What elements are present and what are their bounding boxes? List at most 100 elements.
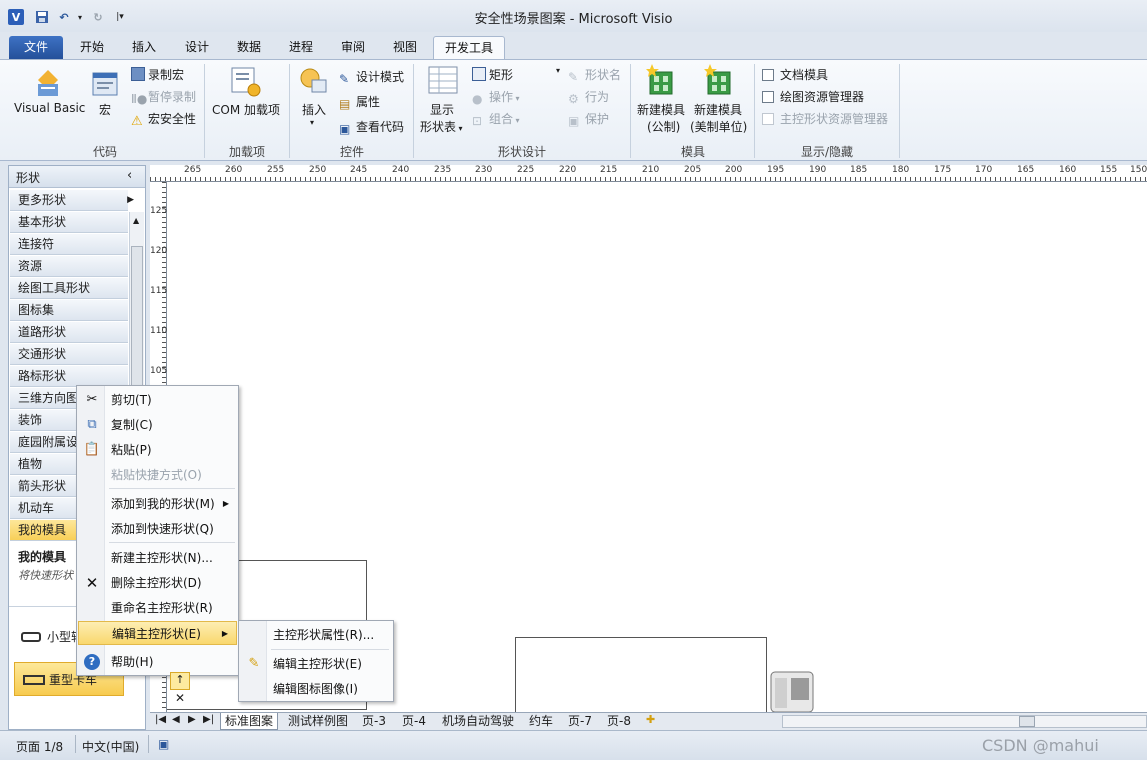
pan-up-icon[interactable]: ↑ (170, 672, 190, 690)
master-small-car[interactable]: 小型轿 (21, 628, 83, 645)
menu-item-edit-master[interactable]: 编辑主控形状(E) ▶ (78, 621, 237, 645)
prev-page-icon[interactable]: ◀ (172, 714, 180, 725)
stencil-road-signs[interactable]: 路标形状 (10, 366, 128, 387)
next-page-icon[interactable]: ▶ (188, 714, 196, 725)
shape-rectangle[interactable] (515, 637, 767, 712)
close-pan-icon[interactable]: ✕ (170, 691, 190, 709)
tab-design[interactable]: 设计 (175, 36, 219, 59)
page-tab[interactable]: 页-4 (398, 713, 430, 730)
scroll-up-icon[interactable]: ▲ (133, 216, 139, 225)
ruler-tick: 215 (600, 165, 618, 175)
stencil-traffic-shapes[interactable]: 交通形状 (10, 344, 128, 365)
page-tab[interactable]: 标准图案 (220, 713, 279, 730)
tab-data[interactable]: 数据 (227, 36, 271, 59)
tab-file[interactable]: 文件 (9, 36, 63, 59)
tab-developer[interactable]: 开发工具 (433, 36, 505, 59)
submenu-item-edit-master[interactable]: ✎ 编辑主控形状(E) (240, 652, 392, 676)
menu-item-paste-shortcut[interactable]: 粘贴快捷方式(O) (78, 463, 237, 487)
page-tab[interactable]: 测试样例图 (284, 713, 352, 730)
new-stencil-metric-button[interactable]: 新建模具 (637, 101, 685, 118)
scroll-thumb[interactable] (131, 246, 143, 386)
view-code-button[interactable]: ▣ 查看代码 (339, 118, 404, 136)
document-stencil-checkbox[interactable]: 文档模具 (762, 66, 828, 83)
design-mode-button[interactable]: ✎ 设计模式 (339, 68, 404, 86)
checkbox-icon (762, 69, 774, 81)
menu-item-paste[interactable]: 📋 粘贴(P) (78, 438, 237, 462)
macro-recording-icon[interactable]: ▣ (158, 737, 169, 751)
vehicle-shape[interactable] (769, 668, 819, 713)
menu-item-cut[interactable]: ✂ 剪切(T) (78, 388, 237, 412)
new-stencil-us-button[interactable]: 新建模具 (694, 101, 742, 118)
visual-basic-button[interactable]: Visual Basic (14, 101, 85, 115)
menu-item-copy[interactable]: ⧉ 复制(C) (78, 413, 237, 437)
record-macro-button[interactable]: 录制宏 (131, 66, 184, 83)
drawing-explorer-checkbox[interactable]: 绘图资源管理器 (762, 88, 864, 105)
macro-security-button[interactable]: ⚠ 宏安全性 (131, 110, 196, 129)
menu-item-add-to-my-shapes[interactable]: 添加到我的形状(M) ▶ (78, 492, 237, 516)
ruler-tick: 230 (475, 165, 493, 175)
shape-design-group-label: 形状设计 (497, 145, 546, 159)
pause-recording-button[interactable]: Ⅱ●暂停录制 (131, 88, 196, 106)
help-icon: ? (84, 654, 100, 670)
tab-view[interactable]: 视图 (383, 36, 427, 59)
submenu-item-master-properties[interactable]: 主控形状属性(R)... (240, 623, 392, 647)
page-tab[interactable]: 约车 (525, 713, 557, 730)
menu-separator (271, 649, 389, 650)
tab-process[interactable]: 进程 (279, 36, 323, 59)
operations-button[interactable]: ● 操作 ▾ (472, 88, 520, 106)
record-macro-icon (131, 67, 145, 81)
stencil-road-shapes[interactable]: 道路形状 (10, 322, 128, 343)
ruler-tick: 105 (150, 366, 168, 376)
new-stencil-metric-unit[interactable]: (公制) (647, 118, 680, 135)
menu-separator (109, 542, 235, 543)
ruler-tick: 155 (1100, 165, 1118, 175)
menu-item-add-to-quick-shapes[interactable]: 添加到快速形状(Q) (78, 517, 237, 541)
rectangle-button[interactable]: 矩形 (472, 66, 513, 83)
stencil-basic-shapes[interactable]: 基本形状 (10, 212, 128, 233)
group-button[interactable]: ⊡ 组合 ▾ (472, 110, 520, 128)
tab-review[interactable]: 审阅 (331, 36, 375, 59)
page-tab[interactable]: 页-7 (564, 713, 596, 730)
new-stencil-us-unit[interactable]: (美制单位) (690, 118, 747, 135)
shape-name-button[interactable]: ✎ 形状名 (568, 66, 621, 84)
insert-page-icon[interactable]: ✚ (646, 713, 655, 726)
insert-control-button[interactable]: 插入 (302, 101, 326, 118)
stencil-icon-sets[interactable]: 图标集 (10, 300, 128, 321)
paste-icon: 📋 (83, 442, 101, 457)
page-tab[interactable]: 页-3 (358, 713, 390, 730)
page-tab[interactable]: 机场自动驾驶 (438, 713, 518, 730)
language-indicator[interactable]: 中文(中国) (82, 738, 139, 755)
insert-dropdown-icon[interactable]: ▾ (310, 118, 314, 127)
tab-insert[interactable]: 插入 (122, 36, 166, 59)
com-addins-button[interactable]: COM 加载项 (212, 101, 280, 118)
last-page-icon[interactable]: ▶| (203, 714, 214, 725)
page-tab[interactable]: 页-8 (603, 713, 635, 730)
first-page-icon[interactable]: |◀ (155, 714, 166, 725)
stencil-connectors[interactable]: 连接符 (10, 234, 128, 255)
collapse-panel-icon[interactable]: ‹ (127, 168, 132, 183)
submenu-item-edit-icon-image[interactable]: 编辑图标图像(I) (240, 677, 392, 701)
behavior-button[interactable]: ⚙ 行为 (568, 88, 609, 106)
menu-item-new-master[interactable]: 新建主控形状(N)... (78, 546, 237, 570)
macros-button[interactable]: 宏 (99, 101, 111, 118)
properties-button[interactable]: ▤ 属性 (339, 93, 380, 111)
show-shapesheet-line1[interactable]: 显示 (430, 101, 454, 118)
new-stencil-metric-icon (646, 64, 678, 96)
shapesheet-icon (428, 66, 460, 98)
rectangle-dropdown-icon[interactable]: ▾ (556, 66, 560, 75)
menu-item-rename-master[interactable]: 重命名主控形状(R) (78, 596, 237, 620)
master-explorer-checkbox[interactable]: 主控形状资源管理器 (762, 110, 888, 127)
stencil-resources[interactable]: 资源 (10, 256, 128, 277)
stencil-more-shapes[interactable]: 更多形状 ▶ (10, 190, 134, 211)
menu-item-delete-master[interactable]: ✕ 删除主控形状(D) (78, 571, 237, 595)
page-indicator[interactable]: 页面 1/8 (16, 738, 63, 755)
shapes-panel-title: 形状 (16, 171, 41, 185)
shape-name-icon: ✎ (568, 70, 579, 84)
tab-home[interactable]: 开始 (70, 36, 114, 59)
menu-item-help[interactable]: ? 帮助(H) (78, 650, 237, 674)
stencil-drawing-tools[interactable]: 绘图工具形状 (10, 278, 128, 299)
show-shapesheet-line2[interactable]: 形状表 ▾ (420, 118, 463, 135)
protection-button[interactable]: ▣ 保护 (568, 110, 609, 128)
horizontal-scrollbar[interactable] (782, 715, 1147, 728)
scroll-thumb[interactable] (1019, 716, 1035, 727)
